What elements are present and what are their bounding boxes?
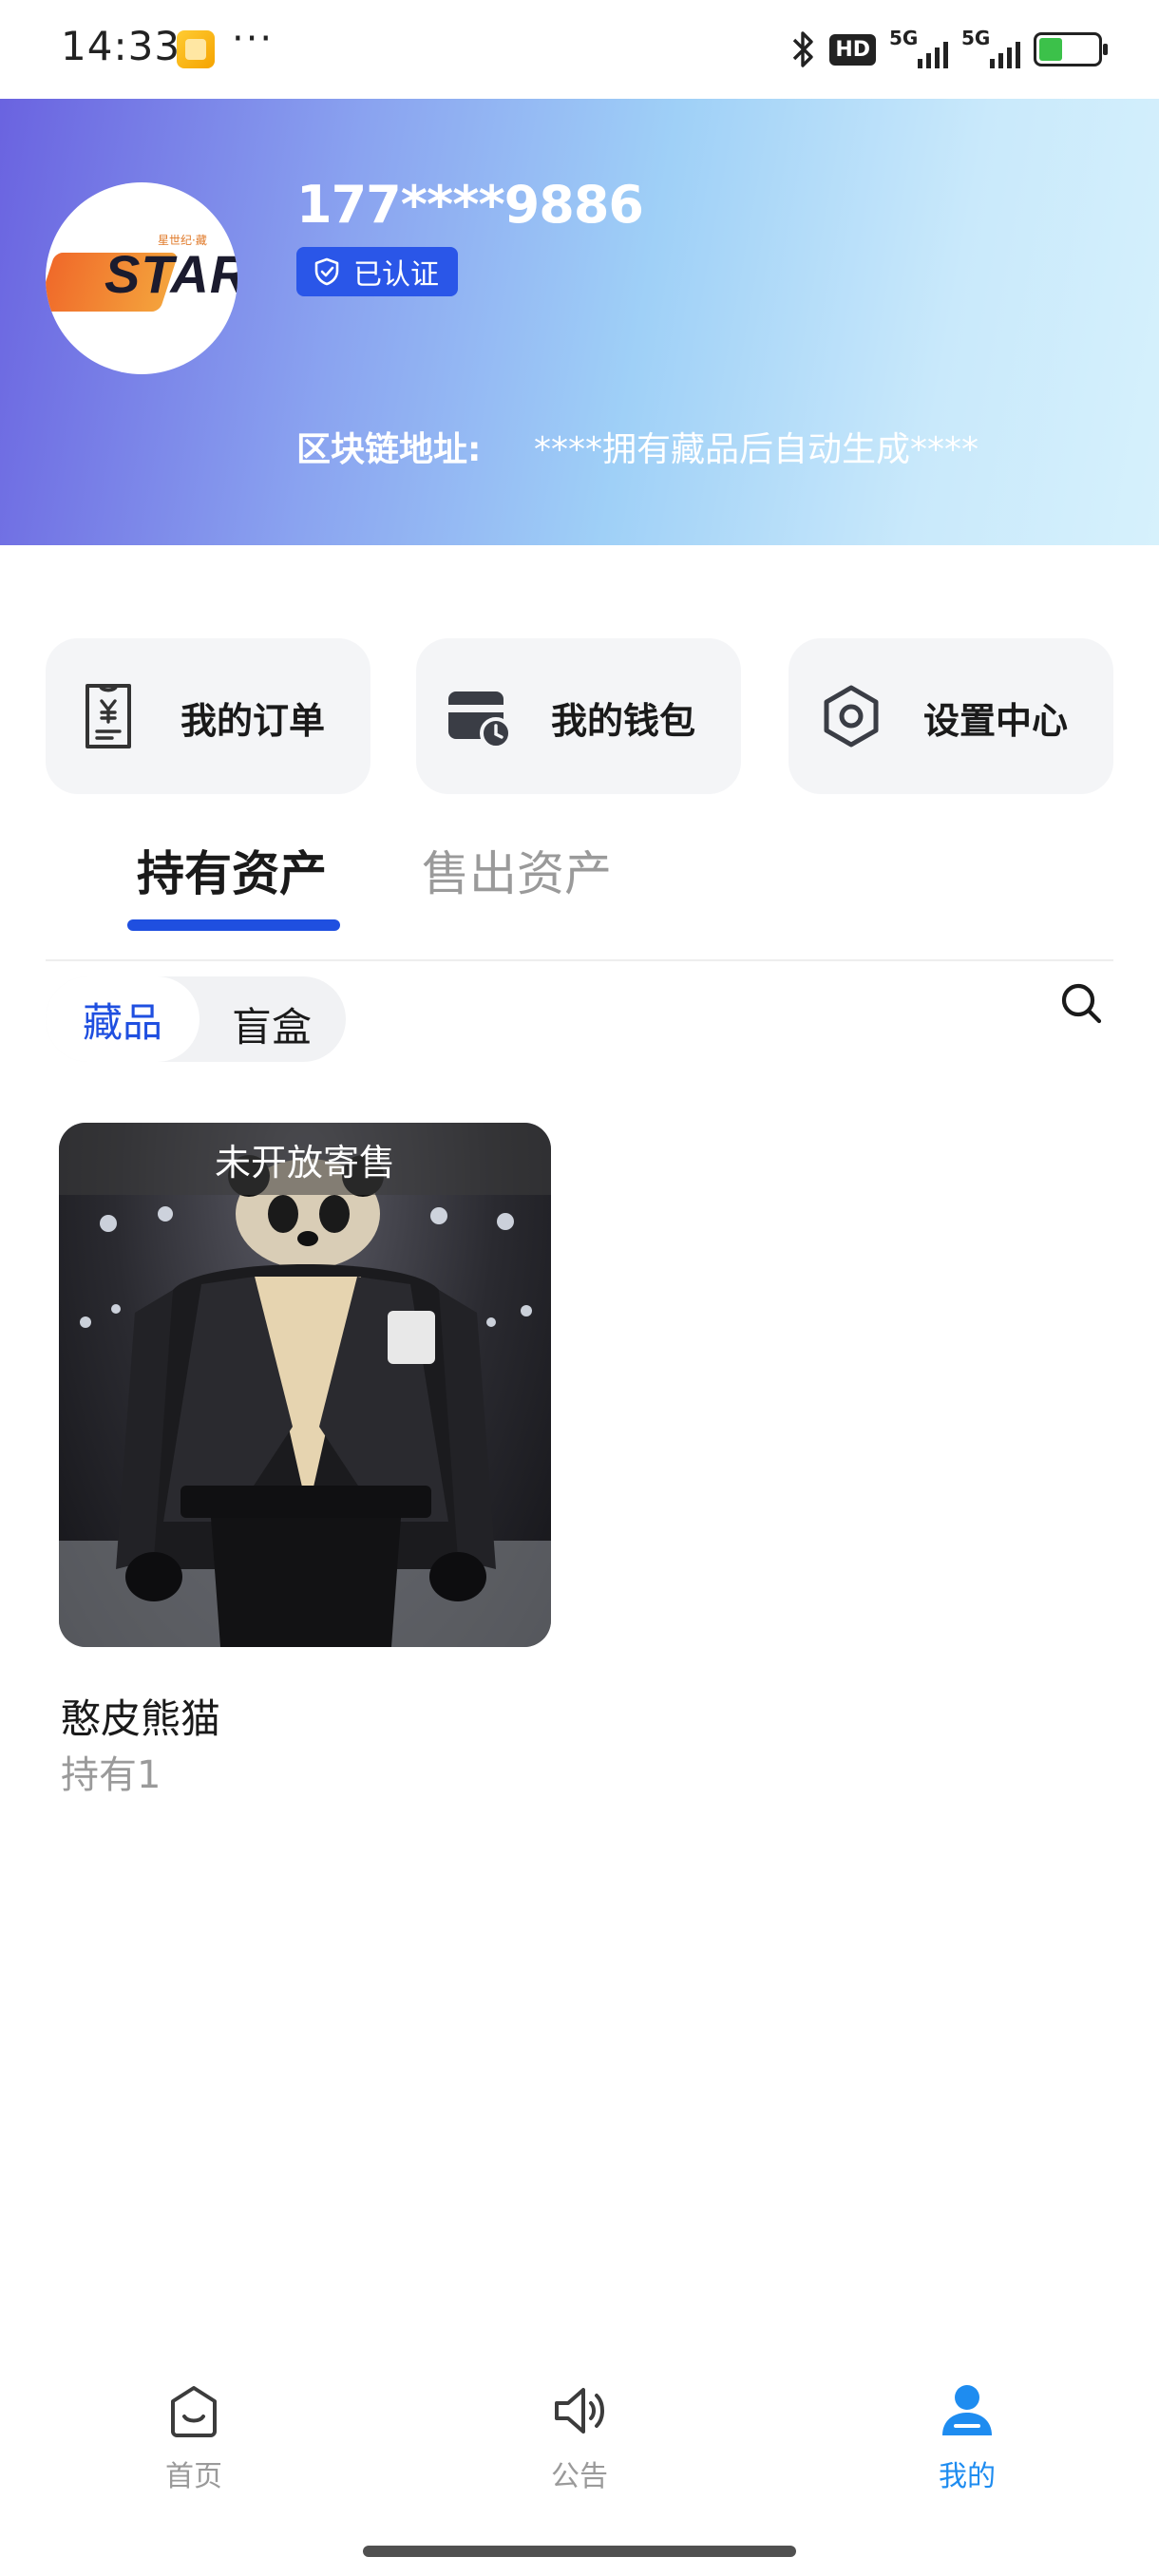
- bottom-nav: 首页 公告 我的: [0, 2380, 1159, 2532]
- signal-icon: 5G: [889, 27, 948, 70]
- bluetooth-icon: [791, 28, 816, 70]
- collectible-image[interactable]: 未开放寄售: [59, 1123, 551, 1647]
- signal-icon: 5G: [961, 27, 1020, 70]
- status-bar: 14:33 ··· HD 5G 5G: [0, 0, 1159, 99]
- settings-center-label: 设置中心: [923, 700, 1069, 742]
- collectible-holding-count: 持有1: [61, 1753, 162, 1797]
- receipt-icon: [86, 684, 131, 748]
- tab-divider: [46, 959, 1113, 961]
- avatar-logo-text: STAR: [104, 244, 238, 304]
- more-icon: ···: [232, 17, 275, 61]
- not-for-sale-banner: 未开放寄售: [59, 1123, 551, 1195]
- collection-type-toggle: 藏品 盲盒: [46, 976, 346, 1062]
- home-indicator[interactable]: [363, 2546, 796, 2557]
- my-orders-label: 我的订单: [180, 700, 326, 742]
- verified-label: 已认证: [353, 258, 439, 292]
- search-icon[interactable]: [1058, 980, 1104, 1026]
- status-icons: HD 5G 5G: [791, 27, 1108, 72]
- tab-held-assets[interactable]: 持有资产: [137, 836, 327, 904]
- user-phone: 177****9886: [296, 175, 644, 235]
- shield-icon: [314, 257, 339, 286]
- chain-address-label: 区块链地址:: [296, 430, 482, 469]
- panda-image: [59, 1155, 551, 1647]
- tab-active-indicator: [127, 919, 340, 931]
- nav-mine[interactable]: 我的: [901, 2380, 1034, 2494]
- chain-address-value: ****拥有藏品后自动生成****: [534, 430, 979, 469]
- my-orders-button[interactable]: 我的订单: [46, 638, 370, 794]
- hd-icon: HD: [829, 28, 876, 70]
- settings-center-button[interactable]: 设置中心: [788, 638, 1113, 794]
- app-icon: [177, 30, 215, 68]
- home-icon: [171, 2386, 217, 2437]
- my-wallet-button[interactable]: 我的钱包: [416, 638, 741, 794]
- collectible-name[interactable]: 憨皮熊猫: [61, 1687, 220, 1745]
- user-icon: [942, 2385, 992, 2435]
- nav-mine-label: 我的: [939, 2460, 996, 2493]
- settings-icon: [824, 685, 879, 748]
- status-time: 14:33: [61, 23, 181, 69]
- nav-announcements-label: 公告: [551, 2460, 608, 2493]
- nav-announcements[interactable]: 公告: [513, 2380, 646, 2494]
- segment-blind-box[interactable]: 盲盒: [232, 995, 312, 1053]
- tab-sold-assets[interactable]: 售出资产: [422, 836, 612, 904]
- speaker-icon: [555, 2388, 604, 2434]
- wallet-icon: [448, 691, 512, 749]
- nav-home-label: 首页: [165, 2460, 222, 2493]
- battery-icon: [1034, 32, 1108, 66]
- nav-home[interactable]: 首页: [127, 2380, 260, 2494]
- segment-collectibles[interactable]: 藏品: [46, 976, 200, 1062]
- avatar[interactable]: 星世纪·藏 STAR: [46, 182, 238, 374]
- my-wallet-label: 我的钱包: [551, 700, 696, 742]
- verified-badge: 已认证: [296, 247, 458, 296]
